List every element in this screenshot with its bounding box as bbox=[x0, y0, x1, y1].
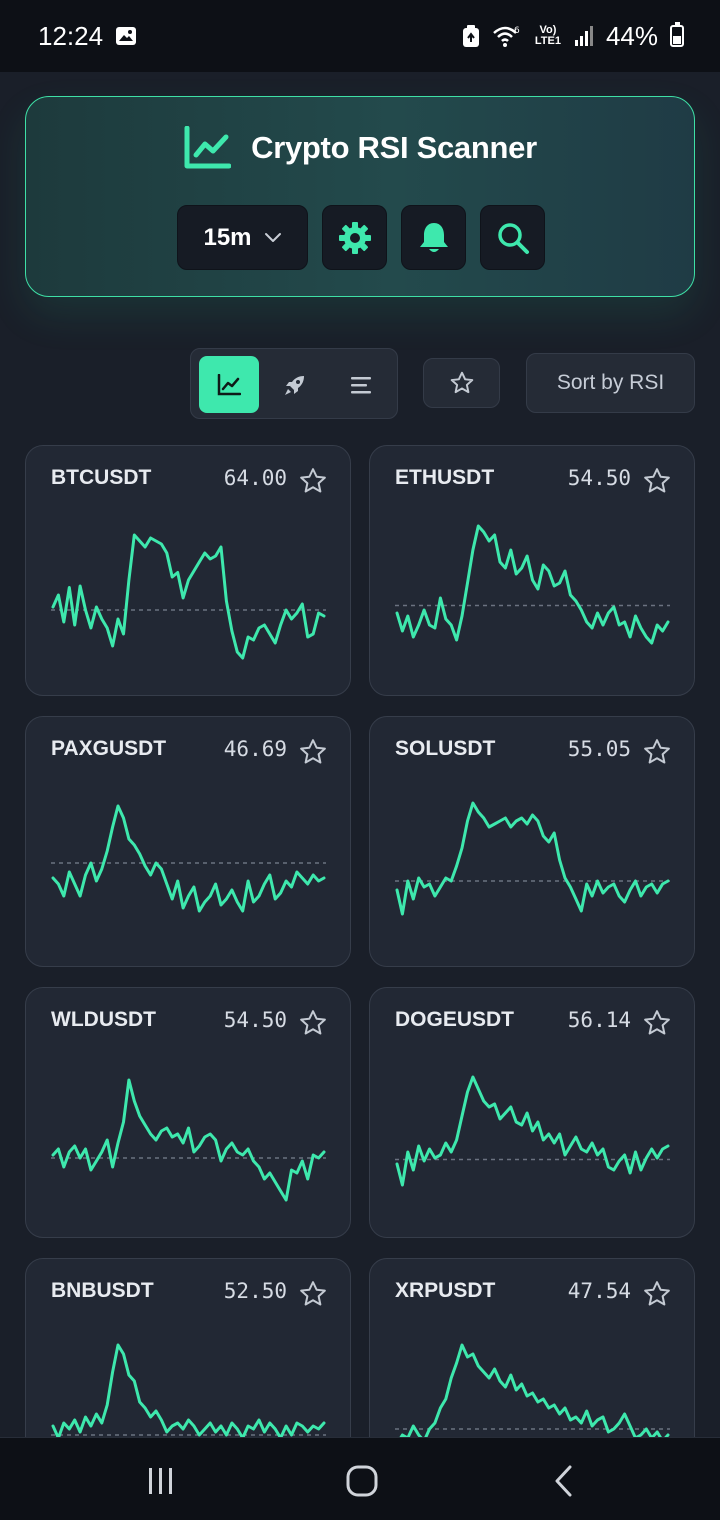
view-mode-switch bbox=[190, 348, 398, 419]
pair-symbol: BTCUSDT bbox=[51, 466, 152, 489]
favorite-star-icon[interactable] bbox=[298, 1008, 328, 1038]
header-card: Crypto RSI Scanner 15m bbox=[25, 96, 695, 297]
chevron-down-icon bbox=[264, 232, 281, 242]
pair-symbol: ETHUSDT bbox=[395, 466, 495, 489]
rsi-line bbox=[395, 524, 670, 645]
favorite-star-icon[interactable] bbox=[642, 1279, 672, 1309]
favorite-star-icon[interactable] bbox=[298, 737, 328, 767]
settings-button[interactable] bbox=[322, 205, 387, 270]
app-title: Crypto RSI Scanner bbox=[251, 130, 537, 165]
favorite-star-icon[interactable] bbox=[642, 737, 672, 767]
title-row: Crypto RSI Scanner bbox=[26, 123, 694, 173]
status-bar: 12:24 6 Vo) LTE1 44% bbox=[0, 0, 720, 72]
status-time: 12:24 bbox=[38, 20, 104, 51]
recent-apps-button[interactable] bbox=[131, 1456, 191, 1506]
navigation-bar bbox=[0, 1437, 720, 1520]
search-icon bbox=[497, 222, 529, 254]
wifi-icon: 6 bbox=[493, 26, 520, 47]
rsi-line bbox=[395, 801, 670, 916]
pair-card[interactable]: DOGEUSDT 56.14 bbox=[369, 987, 695, 1238]
rsi-sparkline bbox=[51, 804, 326, 913]
rsi-line bbox=[51, 804, 326, 913]
header-controls: 15m bbox=[177, 205, 545, 270]
chart-view-button[interactable] bbox=[199, 356, 259, 413]
view-toolbar: Sort by RSI bbox=[0, 348, 720, 420]
sort-button[interactable]: Sort by RSI bbox=[526, 353, 695, 413]
rsi-value: 46.69 bbox=[223, 737, 287, 761]
pair-symbol: XRPUSDT bbox=[395, 1279, 496, 1302]
rsi-line bbox=[51, 533, 326, 660]
pair-card[interactable]: BTCUSDT 64.00 bbox=[25, 445, 351, 696]
rocket-view-button[interactable] bbox=[265, 356, 325, 413]
pair-symbol: PAXGUSDT bbox=[51, 737, 167, 760]
network-label: Vo) LTE1 bbox=[534, 24, 561, 47]
timeframe-value: 15m bbox=[203, 223, 252, 251]
pair-card[interactable]: WLDUSDT 54.50 bbox=[25, 987, 351, 1238]
rsi-sparkline bbox=[51, 533, 326, 660]
rsi-sparkline bbox=[51, 1078, 326, 1202]
star-icon bbox=[450, 371, 473, 394]
bell-icon bbox=[419, 222, 448, 252]
battery-percent: 44% bbox=[605, 20, 658, 51]
rsi-value: 47.54 bbox=[567, 1279, 631, 1303]
recycle-icon bbox=[462, 25, 479, 47]
rocket-icon bbox=[285, 375, 304, 395]
rsi-value: 54.50 bbox=[567, 466, 631, 490]
pair-symbol: WLDUSDT bbox=[51, 1008, 156, 1031]
signal-icon bbox=[574, 26, 593, 46]
favorites-filter-button[interactable] bbox=[423, 358, 500, 408]
rsi-line bbox=[395, 1075, 670, 1187]
pair-card[interactable]: ETHUSDT 54.50 bbox=[369, 445, 695, 696]
rsi-sparkline bbox=[395, 524, 670, 645]
list-icon bbox=[351, 376, 371, 393]
pair-card[interactable]: PAXGUSDT 46.69 bbox=[25, 716, 351, 967]
search-button[interactable] bbox=[480, 205, 545, 270]
back-icon bbox=[555, 1465, 572, 1497]
rsi-value: 55.05 bbox=[567, 737, 631, 761]
rsi-line bbox=[51, 1343, 326, 1440]
gallery-icon bbox=[116, 27, 137, 45]
battery-icon bbox=[670, 22, 684, 47]
rsi-value: 56.14 bbox=[567, 1008, 631, 1032]
rsi-value: 52.50 bbox=[223, 1279, 287, 1303]
list-view-button[interactable] bbox=[331, 356, 391, 413]
home-icon bbox=[346, 1465, 378, 1497]
pair-symbol: SOLUSDT bbox=[395, 737, 496, 760]
network-5g-label: 6 bbox=[514, 26, 520, 36]
chart-line-icon bbox=[184, 126, 232, 169]
recent-apps-icon bbox=[149, 1468, 172, 1494]
back-button[interactable] bbox=[534, 1456, 594, 1506]
alerts-button[interactable] bbox=[401, 205, 466, 270]
favorite-star-icon[interactable] bbox=[642, 1008, 672, 1038]
timeframe-select[interactable]: 15m bbox=[177, 205, 308, 270]
rsi-sparkline bbox=[395, 801, 670, 916]
favorite-star-icon[interactable] bbox=[642, 466, 672, 496]
rsi-value: 54.50 bbox=[223, 1008, 287, 1032]
gear-icon bbox=[338, 221, 371, 254]
favorite-star-icon[interactable] bbox=[298, 466, 328, 496]
pair-symbol: DOGEUSDT bbox=[395, 1008, 515, 1031]
rsi-line bbox=[51, 1078, 326, 1202]
rsi-sparkline bbox=[395, 1075, 670, 1187]
chart-line-icon bbox=[217, 373, 241, 395]
pair-card[interactable]: SOLUSDT 55.05 bbox=[369, 716, 695, 967]
pair-symbol: BNBUSDT bbox=[51, 1279, 154, 1302]
rsi-value: 64.00 bbox=[223, 466, 287, 490]
favorite-star-icon[interactable] bbox=[298, 1279, 328, 1309]
home-button[interactable] bbox=[332, 1456, 392, 1506]
